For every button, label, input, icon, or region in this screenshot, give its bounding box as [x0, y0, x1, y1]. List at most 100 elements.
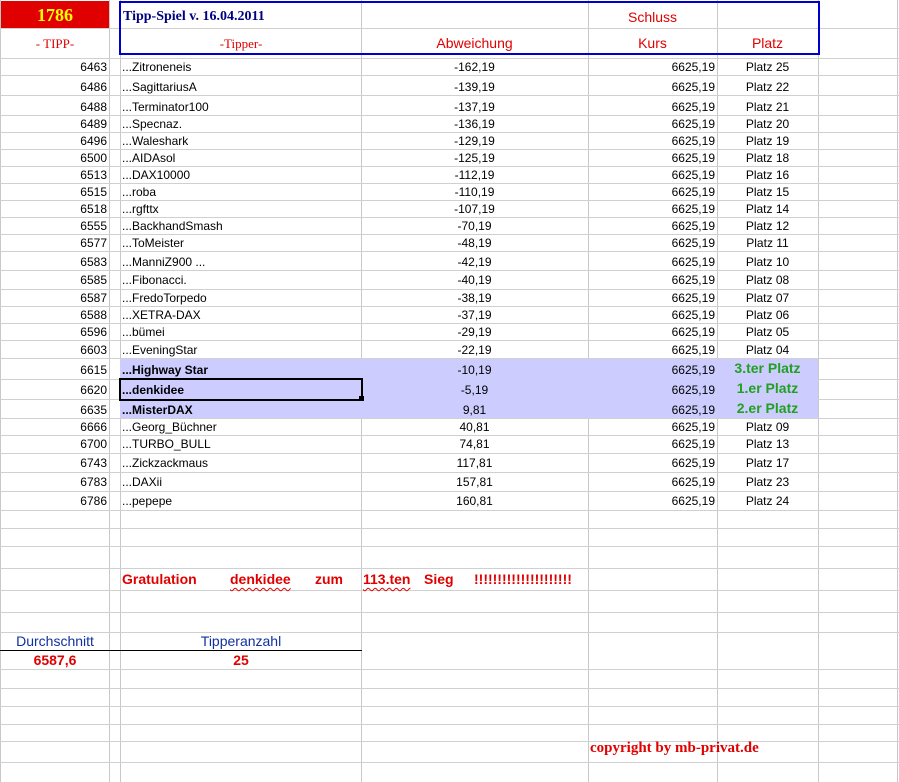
tipper-name: ...TURBO_BULL	[122, 437, 211, 451]
platz-value: Platz 05	[745, 325, 790, 339]
tipp-count: 1786	[37, 5, 73, 25]
kurs-value: 6625,19	[671, 308, 715, 322]
kurs-value: 6625,19	[671, 273, 715, 287]
abweichung-value: -48,19	[457, 236, 492, 250]
platz-value: Platz 21	[745, 100, 790, 114]
kurs-value: 6625,19	[671, 383, 715, 397]
selected-cell-cursor[interactable]	[119, 378, 363, 401]
platz-value: Platz 04	[745, 343, 790, 357]
tipp-value: 6743	[80, 456, 107, 470]
platz-value: Platz 18	[745, 151, 790, 165]
abweichung-value: -136,19	[454, 117, 495, 131]
tipper-name: ...ManniZ900 ...	[122, 255, 206, 269]
platz-value: Platz 20	[745, 117, 790, 131]
tipp-value: 6463	[80, 60, 107, 74]
kurs-value: 6625,19	[671, 60, 715, 74]
tipper-name: ...Waleshark	[122, 134, 189, 148]
col-header-tipp: - TIPP-	[35, 36, 75, 51]
platz-value: Platz 22	[745, 80, 790, 94]
abweichung-value: -110,19	[454, 185, 495, 199]
tipper-name: ...AIDAsol	[122, 151, 176, 165]
platz-value: Platz 13	[745, 437, 790, 451]
kurs-value: 6625,19	[671, 151, 715, 165]
tipp-value: 6620	[80, 383, 107, 397]
kurs-value: 6625,19	[671, 403, 715, 417]
tipper-name: ...Highway Star	[122, 363, 209, 377]
tipper-name: ...Specnaz.	[122, 117, 183, 131]
tipp-value: 6635	[80, 403, 107, 417]
tipp-value: 6496	[80, 134, 107, 148]
tipper-name: ...Zitroneneis	[122, 60, 192, 74]
fill-handle[interactable]	[359, 396, 364, 401]
tipper-name: ...DAXii	[122, 475, 163, 489]
abweichung-value: -112,19	[454, 168, 495, 182]
abweichung-value: 157,81	[456, 475, 493, 489]
tipp-value: 6786	[80, 494, 107, 508]
kurs-value: 6625,19	[671, 168, 715, 182]
abweichung-value: -37,19	[457, 308, 492, 322]
stats-underline	[0, 650, 362, 651]
congrats-word-gratulation: Gratulation	[122, 571, 197, 587]
kurs-value: 6625,19	[671, 219, 715, 233]
abweichung-value: -139,19	[454, 80, 495, 94]
tipp-value: 6486	[80, 80, 107, 94]
kurs-value: 6625,19	[671, 325, 715, 339]
congrats-word-zum: zum	[315, 571, 343, 587]
abweichung-value: 40,81	[459, 420, 490, 434]
tipper-name: ...EveningStar	[122, 343, 198, 357]
congrats-win-count: 113.ten	[363, 571, 411, 587]
platz-value: Platz 15	[745, 185, 790, 199]
tipper-name: ...FredoTorpedo	[122, 291, 207, 305]
kurs-value: 6625,19	[671, 202, 715, 216]
kurs-value: 6625,19	[671, 134, 715, 148]
platz-value: Platz 17	[745, 456, 790, 470]
tipp-value: 6488	[80, 100, 107, 114]
abweichung-value: -29,19	[457, 325, 492, 339]
tipper-name: ...bümei	[122, 325, 165, 339]
tipper-name: ...BackhandSmash	[122, 219, 223, 233]
tipper-name: ...SagittariusA	[122, 80, 197, 94]
platz-value: Platz 06	[745, 308, 790, 322]
col-header-kurs: Kurs	[638, 35, 667, 51]
tipper-name: ...roba	[122, 185, 157, 199]
tipp-value: 6513	[80, 168, 107, 182]
abweichung-value: -38,19	[457, 291, 492, 305]
kurs-value: 6625,19	[671, 420, 715, 434]
platz-value: 1.er Platz	[736, 380, 799, 396]
tipp-value: 6588	[80, 308, 107, 322]
tipp-value: 6783	[80, 475, 107, 489]
kurs-value: 6625,19	[671, 456, 715, 470]
platz-value: Platz 12	[745, 219, 790, 233]
tipp-value: 6583	[80, 255, 107, 269]
tipper-name: ...Zickzackmaus	[122, 456, 209, 470]
abweichung-value: -5,19	[460, 383, 489, 397]
kurs-value: 6625,19	[671, 236, 715, 250]
tipper-name: ...XETRA-DAX	[122, 308, 201, 322]
tipp-value: 6515	[80, 185, 107, 199]
kurs-value: 6625,19	[671, 437, 715, 451]
tipper-name: ...DAX10000	[122, 168, 191, 182]
tipp-value: 6700	[80, 437, 107, 451]
tipp-value: 6585	[80, 273, 107, 287]
kurs-value: 6625,19	[671, 343, 715, 357]
tipper-count-value: 25	[233, 652, 249, 668]
col-header-abweichung: Abweichung	[436, 35, 513, 51]
abweichung-value: -42,19	[457, 255, 492, 269]
col-header-platz: Platz	[751, 35, 784, 51]
tipp-value: 6666	[80, 420, 107, 434]
abweichung-value: -129,19	[454, 134, 495, 148]
platz-value: Platz 23	[745, 475, 790, 489]
abweichung-value: 160,81	[456, 494, 493, 508]
tipp-value: 6596	[80, 325, 107, 339]
abweichung-value: 117,81	[456, 456, 493, 470]
abweichung-value: -40,19	[457, 273, 492, 287]
tipper-name: ...Terminator100	[122, 100, 209, 114]
abweichung-value: -125,19	[454, 151, 495, 165]
tipp-value: 6555	[80, 219, 107, 233]
kurs-value: 6625,19	[671, 363, 715, 377]
tipper-count-label: Tipperanzahl	[200, 633, 282, 649]
congrats-word-sieg: Sieg	[424, 571, 454, 587]
schluss-label: Schluss	[627, 9, 678, 25]
kurs-value: 6625,19	[671, 255, 715, 269]
tipp-value: 6615	[80, 363, 107, 377]
